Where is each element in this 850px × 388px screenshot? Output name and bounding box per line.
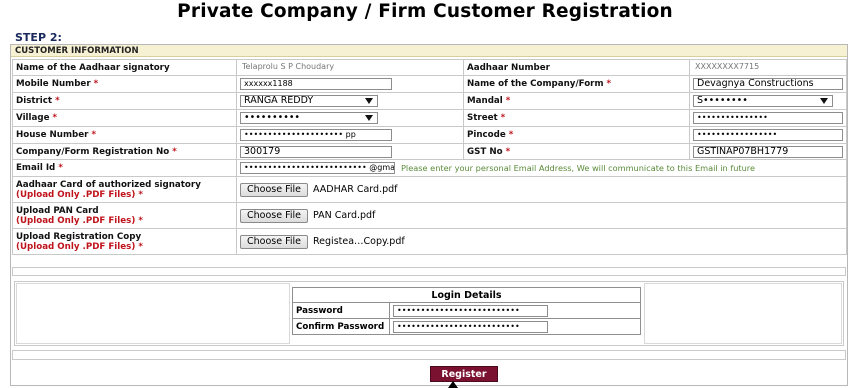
field-label: GST No * [463, 143, 690, 160]
field-label: House Number * [12, 126, 237, 144]
login-title: Login Details [292, 287, 641, 303]
confirm-password-input[interactable]: •••••••••••••••••••••••••• [393, 320, 548, 333]
pan-file-name: PAN Card.pdf [313, 210, 376, 221]
step-label: STEP 2: [15, 31, 62, 44]
table-row: Aadhaar Card of authorized signatory (Upl… [12, 176, 847, 203]
mandal-select[interactable]: S•••••••• [693, 95, 833, 107]
table-row: Company/Form Registration No * 300179 GS… [12, 143, 847, 160]
register-button[interactable]: Register [430, 366, 498, 382]
house-number-cell: ••••••••••••••••••••• pp [236, 126, 464, 144]
field-label: Pincode * [463, 126, 690, 144]
aadhaar-choose-file-button[interactable]: Choose File [240, 182, 308, 197]
table-row: District * RANGA REDDY Mandal * S•••••••… [12, 92, 847, 110]
login-left-spacer [16, 283, 290, 344]
company-name-input[interactable]: Devagnya Constructions [693, 78, 843, 90]
field-label: Mobile Number * [12, 75, 237, 93]
pan-upload-cell: Choose File PAN Card.pdf [236, 202, 847, 229]
table-row: Upload Registration Copy (Upload Only .PD… [12, 228, 847, 255]
field-label: Mandal * [463, 92, 690, 110]
pincode-cell: ••••••••••••••••• [689, 126, 847, 144]
field-label: Street * [463, 109, 690, 127]
divider [12, 267, 846, 276]
field-label: Upload PAN Card (Upload Only .PDF Files) … [12, 202, 237, 229]
field-label: Email Id * [12, 159, 237, 177]
aadhaar-file-name: AADHAR Card.pdf [313, 184, 398, 195]
gst-no-cell: GSTINAP07BH1779 [689, 143, 847, 160]
chevron-down-icon [365, 115, 373, 121]
table-row: Email Id * •••••••••••••••••••••••••• @g… [12, 159, 847, 177]
gst-no-input[interactable]: GSTINAP07BH1779 [693, 145, 843, 158]
table-row: House Number * ••••••••••••••••••••• pp … [12, 126, 847, 144]
village-select[interactable]: •••••••••• [240, 112, 378, 124]
field-label: Name of the Aadhaar signatory [12, 59, 237, 76]
pan-choose-file-button[interactable]: Choose File [240, 208, 308, 223]
field-label: Upload Registration Copy (Upload Only .PD… [12, 228, 237, 255]
mandal-cell: S•••••••• [689, 92, 847, 110]
page-title: Private Company / Firm Customer Registra… [177, 1, 673, 22]
password-cell: •••••••••••••••••••••••••• [389, 302, 641, 319]
street-cell: ••••••••••••••• [689, 109, 847, 127]
house-number-input[interactable]: ••••••••••••••••••••• pp [240, 129, 392, 141]
field-label: Village * [12, 109, 237, 127]
login-right-spacer [644, 283, 842, 344]
chevron-down-icon [820, 98, 828, 104]
field-label: Company/Form Registration No * [12, 143, 237, 160]
divider [12, 350, 846, 360]
confirm-password-cell: •••••••••••••••••••••••••• [389, 318, 641, 335]
table-row: Confirm Password •••••••••••••••••••••••… [292, 318, 641, 335]
field-label: Aadhaar Number [463, 59, 690, 76]
field-label: Name of the Company/Form * [463, 75, 690, 93]
registration-no-input[interactable]: 300179 [240, 145, 392, 158]
village-cell: •••••••••• [236, 109, 464, 127]
aadhaar-upload-cell: Choose File AADHAR Card.pdf [236, 176, 847, 203]
chevron-down-icon [365, 98, 373, 104]
aadhaar-number-cell: XXXXXXXX7715 [689, 59, 847, 76]
district-cell: RANGA REDDY [236, 92, 464, 110]
table-row: Upload PAN Card (Upload Only .PDF Files) … [12, 202, 847, 229]
district-select[interactable]: RANGA REDDY [240, 95, 378, 107]
table-row: Password •••••••••••••••••••••••••• [292, 302, 641, 319]
pincode-input[interactable]: ••••••••••••••••• [693, 129, 843, 141]
customer-info-table: Name of the Aadhaar signatory Telaprolu … [12, 59, 847, 255]
company-name-cell: Devagnya Constructions [689, 75, 847, 93]
table-row: Login Details [292, 287, 641, 303]
section-title: CUSTOMER INFORMATION [11, 45, 847, 57]
registration-choose-file-button[interactable]: Choose File [240, 234, 308, 249]
aadhaar-signatory-field: Telaprolu S P Choudary [240, 61, 390, 74]
aadhaar-number-field: XXXXXXXX7715 [693, 61, 843, 74]
table-row: Name of the Aadhaar signatory Telaprolu … [12, 59, 847, 76]
password-input[interactable]: •••••••••••••••••••••••••• [393, 304, 548, 317]
field-label: District * [12, 92, 237, 110]
login-details-table: Login Details Password •••••••••••••••••… [292, 287, 641, 335]
registration-file-name: Registea…Copy.pdf [313, 236, 405, 247]
registration-upload-cell: Choose File Registea…Copy.pdf [236, 228, 847, 255]
field-label: Aadhaar Card of authorized signatory (Upl… [12, 176, 237, 203]
confirm-password-label: Confirm Password [292, 318, 390, 335]
registration-no-cell: 300179 [236, 143, 464, 160]
password-label: Password [292, 302, 390, 319]
aadhaar-signatory-cell: Telaprolu S P Choudary [236, 59, 464, 76]
mobile-cell: xxxxxx1188 [236, 75, 464, 93]
table-row: Village * •••••••••• Street * ••••••••••… [12, 109, 847, 127]
email-input[interactable]: •••••••••••••••••••••••••• @gma [240, 162, 395, 174]
street-input[interactable]: ••••••••••••••• [693, 112, 843, 124]
email-hint: Please enter your personal Email Address… [401, 162, 756, 173]
mobile-input[interactable]: xxxxxx1188 [240, 78, 392, 90]
table-row: Mobile Number * xxxxxx1188 Name of the C… [12, 75, 847, 93]
email-cell: •••••••••••••••••••••••••• @gma Please en… [236, 159, 847, 177]
